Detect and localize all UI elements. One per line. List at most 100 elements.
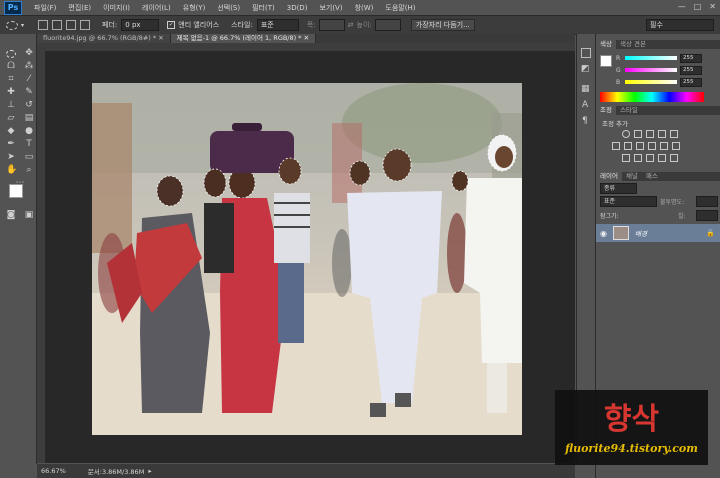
opacity-input[interactable] [696,196,718,207]
menu-image[interactable]: 이미지(I) [97,3,136,13]
menu-layer[interactable]: 레이어(L) [136,3,177,13]
foreground-swatch[interactable] [600,55,612,67]
photo-filter-icon[interactable] [648,142,656,150]
slider-b[interactable]: B 255 [616,77,716,87]
history-panel-icon[interactable] [581,48,591,58]
hand-tool-icon[interactable]: ✋ [6,165,17,175]
refine-edge-button[interactable]: 가장자리 다듬기... [410,19,475,31]
magic-wand-tool-icon[interactable]: ⁂ [24,61,34,71]
tab-adjustments[interactable]: 조정 [596,106,616,115]
posterize-icon[interactable] [634,154,642,162]
brush-tool-icon[interactable]: ✎ [24,87,34,97]
new-selection-icon[interactable] [38,20,49,30]
exposure-icon[interactable] [658,130,666,138]
menu-edit[interactable]: 편집(E) [62,3,97,13]
menu-filter[interactable]: 필터(T) [246,3,281,13]
color-spectrum-bar[interactable] [600,92,704,102]
antialias-checkbox[interactable]: ✓ [167,21,176,29]
healing-tool-icon[interactable]: ✚ [6,87,16,97]
tab-close-icon[interactable]: ✕ [158,34,163,42]
dodge-tool-icon[interactable]: ● [24,126,34,136]
menu-type[interactable]: 유형(Y) [177,3,212,13]
lasso-tool-icon[interactable]: ᗝ [6,61,16,71]
document-photo[interactable] [92,83,522,435]
menu-select[interactable]: 선택(S) [211,3,246,13]
stamp-tool-icon[interactable]: ⊥ [6,100,16,110]
character-panel-icon[interactable]: A [582,100,588,110]
channel-mixer-icon[interactable] [660,142,668,150]
crop-tool-icon[interactable]: ⌗ [6,74,16,84]
foreground-color-swatch[interactable] [9,184,23,198]
fill-input[interactable] [696,210,718,221]
maximize-button[interactable]: □ [694,2,702,11]
dropdown-arrow-icon[interactable]: ▾ [21,22,24,29]
tab-close-icon[interactable]: ✕ [304,34,309,42]
g-value[interactable]: 255 [680,65,702,75]
paragraph-panel-icon[interactable]: ¶ [582,116,588,126]
screen-mode-icon[interactable]: ▣ [24,210,34,220]
eye-icon[interactable]: ◉ [600,229,607,238]
tab-fluorite94[interactable]: fluorite94.jpg @ 66.7% (RGB/8#) * ✕ [37,34,171,43]
r-value[interactable]: 255 [680,53,702,63]
menu-3d[interactable]: 3D(D) [281,4,314,12]
type-tool-icon[interactable]: T [24,139,34,149]
path-select-tool-icon[interactable]: ➤ [6,152,16,162]
history-brush-icon[interactable]: ↺ [24,100,34,110]
tab-color[interactable]: 색상 [596,40,616,49]
tab-styles[interactable]: 스타일 [616,106,642,115]
layer-kind-filter[interactable]: 종류 [600,183,637,194]
menu-help[interactable]: 도움말(H) [379,3,421,13]
color-balance-icon[interactable] [624,142,632,150]
height-input[interactable] [374,19,401,31]
width-input[interactable] [318,19,345,31]
gradient-tool-icon[interactable]: ▤ [24,113,34,123]
blur-tool-icon[interactable]: ◆ [6,126,16,136]
quick-mask-icon[interactable]: ◙ [6,210,16,220]
close-button[interactable]: ✕ [709,2,716,11]
tab-swatches[interactable]: 색상 견본 [616,40,650,49]
menu-file[interactable]: 파일(F) [28,3,62,13]
levels-icon[interactable] [634,130,642,138]
slider-r[interactable]: R 255 [616,53,716,63]
g-gradient-bar[interactable] [625,68,677,72]
selective-color-icon[interactable] [670,154,678,162]
workspace-select[interactable]: 필수 [646,19,714,31]
r-gradient-bar[interactable] [625,56,677,60]
shape-tool-icon[interactable]: ▭ [24,152,34,162]
bw-icon[interactable] [636,142,644,150]
eyedropper-tool-icon[interactable]: ⁄ [24,74,34,84]
feather-input[interactable]: 0 px [121,19,160,31]
zoom-tool-icon[interactable]: ⌕ [24,165,34,175]
b-value[interactable]: 255 [680,77,702,87]
color-lookup-icon[interactable] [672,142,680,150]
hue-icon[interactable] [612,142,620,150]
actions-panel-icon[interactable]: ▦ [581,84,590,94]
status-arrow-icon[interactable]: ▸ [148,467,151,475]
properties-panel-icon[interactable]: ◩ [581,64,590,74]
tab-channels[interactable]: 채널 [622,172,642,181]
marquee-preset-icon[interactable] [6,20,18,30]
invert-icon[interactable] [622,154,630,162]
tab-layers[interactable]: 레이어 [596,172,622,181]
minimize-button[interactable]: — [678,2,686,11]
menu-window[interactable]: 창(W) [349,3,380,13]
tab-untitled[interactable]: 제목 없음-1 @ 66.7% (레이어 1, RGB/8) * ✕ [170,34,317,43]
zoom-level[interactable]: 66.67% [41,467,66,475]
layer-name[interactable]: 배경 [635,228,647,238]
style-select[interactable]: 표준 [256,19,299,31]
curves-icon[interactable] [646,130,654,138]
threshold-icon[interactable] [646,154,654,162]
brightness-icon[interactable] [622,130,630,138]
marquee-tool-icon[interactable] [6,50,16,58]
menu-view[interactable]: 보기(V) [313,3,348,13]
slider-g[interactable]: G 255 [616,65,716,75]
layer-row-background[interactable]: ◉ 배경 🔒 [596,224,720,242]
pen-tool-icon[interactable]: ✒ [6,139,16,149]
b-gradient-bar[interactable] [625,80,677,84]
blend-mode-select[interactable]: 표준 [600,196,657,207]
vibrance-icon[interactable] [670,130,678,138]
tab-paths[interactable]: 패스 [642,172,662,181]
swap-icon[interactable]: ⇄ [348,21,354,29]
add-selection-icon[interactable] [52,20,63,30]
eraser-tool-icon[interactable]: ▱ [6,113,16,123]
